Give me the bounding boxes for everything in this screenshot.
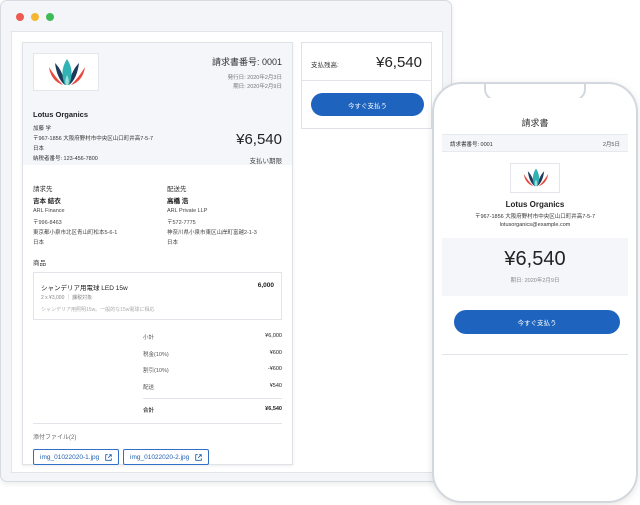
tax-number: 納税者番号: 123-456-7800 [33, 156, 98, 162]
mobile-page-title: 請求書 [521, 118, 549, 128]
subtotal-label: 小計 [143, 335, 155, 341]
discount-label: 割引(10%) [143, 368, 169, 374]
bill-to-line: ARL Finance [33, 208, 65, 214]
mobile-company-email: lotusorganics@example.com [499, 222, 571, 228]
pay-now-button[interactable]: 今すぐ支払う [311, 93, 424, 116]
ship-to-line: ARL Private LLP [167, 208, 208, 214]
mobile-amount-panel: ¥6,540 期日: 2020年2月9日 [442, 238, 628, 296]
company-logo [33, 53, 99, 91]
ship-to-title: 配送先 [167, 186, 187, 193]
lotus-logo-icon [523, 168, 549, 187]
due-date: 期日: 2020年2月9日 [233, 84, 282, 90]
maximize-window-dot[interactable] [46, 13, 54, 21]
mobile-pay-now-button[interactable]: 今すぐ支払う [454, 310, 620, 334]
invoice-number: 請求書番号: 0001 [211, 57, 282, 67]
invoice-header: 請求書番号: 0001 発行日: 2020年2月3日 期日: 2020年2月9日… [23, 43, 292, 165]
browser-window: 請求書番号: 0001 発行日: 2020年2月3日 期日: 2020年2月9日… [0, 0, 452, 482]
bill-to-line: 日本 [33, 240, 45, 246]
mobile-due-date: 期日: 2020年2月9日 [510, 278, 560, 284]
attachment-filename: img_01022020-1.jpg [40, 453, 100, 461]
subtotal-value: ¥6,000 [265, 333, 282, 339]
mobile-company-logo [510, 163, 560, 193]
mobile-invoice-bar: 請求書番号: 0001 2月5日 [442, 134, 628, 152]
bill-to-line: 東京都小泉市北区青山町松本5-6-1 [33, 230, 118, 236]
browser-viewport: 請求書番号: 0001 発行日: 2020年2月3日 期日: 2020年2月9日… [11, 31, 443, 473]
discount-value: -¥600 [267, 366, 282, 372]
total-label: 合計 [143, 408, 155, 414]
mobile-invoice-number: 請求書番号: 0001 [450, 142, 493, 148]
lotus-logo-icon [49, 59, 85, 85]
invoice-amount: ¥6,540 [236, 131, 282, 148]
due-label: 支払い期限 [249, 158, 283, 165]
bill-to-line: 〒996-8463 [33, 220, 62, 226]
bill-to-title: 請求先 [33, 186, 53, 193]
tax-value: ¥600 [269, 350, 282, 356]
shipping-label: 配送 [143, 385, 155, 391]
bill-to-name: 吉本 結衣 [33, 198, 61, 205]
item-price: 6,000 [257, 282, 274, 289]
balance-divider [302, 80, 431, 81]
tax-label: 税金(10%) [143, 352, 169, 358]
invoice-card: 請求書番号: 0001 発行日: 2020年2月3日 期日: 2020年2月9日… [22, 42, 293, 465]
attachment-link[interactable]: img_01022020-2.jpg [123, 449, 210, 465]
browser-titlebar [1, 1, 451, 33]
line-item: シャンデリア用電球 LED 15w 6,000 2 x ¥3,000 ｜ 課税対… [33, 272, 282, 320]
ship-to-line: 日本 [167, 240, 179, 246]
total-value: ¥6,540 [265, 406, 282, 412]
balance-card: 支払残高: ¥6,540 今すぐ支払う [301, 42, 432, 129]
phone-screen: 請求書 請求書番号: 0001 2月5日 Lotus Organics 〒967… [442, 98, 628, 494]
ship-to-line: 〒572-7775 [167, 220, 196, 226]
attachment-link[interactable]: img_01022020-1.jpg [33, 449, 120, 465]
phone-frame: 請求書 請求書番号: 0001 2月5日 Lotus Organics 〒967… [432, 82, 638, 503]
issue-date: 発行日: 2020年2月3日 [227, 75, 282, 81]
shipping-value: ¥540 [269, 383, 282, 389]
attachments-label: 添付ファイル(2) [33, 435, 77, 441]
item-note: シャンデリア用照明15w。一般的な15w電球に相応 [41, 307, 155, 313]
attachment-filename: img_01022020-2.jpg [130, 453, 190, 461]
ship-to-name: 高橋 浩 [167, 198, 189, 205]
mobile-company-name: Lotus Organics [505, 200, 565, 209]
balance-amount: ¥6,540 [376, 54, 422, 71]
mobile-divider [442, 354, 628, 355]
company-name: Lotus Organics [33, 110, 89, 119]
external-link-icon [105, 453, 113, 461]
company-country: 日本 [33, 146, 45, 152]
external-link-icon [195, 453, 203, 461]
items-title: 商品 [33, 260, 46, 267]
ship-to-line: 神奈川県小泉市東区山岸町富越2-1-3 [167, 230, 257, 236]
attachments-divider [33, 423, 282, 424]
totals-divider [143, 398, 282, 399]
company-address: 〒967-1856 大阪府野村市中央区山口町井高7-5-7 [33, 136, 154, 142]
mobile-invoice-date: 2月5日 [602, 142, 620, 148]
mobile-invoice-amount: ¥6,540 [504, 248, 566, 270]
balance-label: 支払残高: [311, 62, 339, 69]
mobile-company-address: 〒967-1856 大阪府野村市中央区山口町井高7-5-7 [474, 214, 596, 220]
item-name: シャンデリア用電球 LED 15w [41, 285, 128, 292]
minimize-window-dot[interactable] [31, 13, 39, 21]
item-quantity: 2 x ¥3,000 ｜ 課税対象 [41, 295, 93, 301]
company-contact: 加藤 学 [33, 126, 52, 132]
close-window-dot[interactable] [16, 13, 24, 21]
